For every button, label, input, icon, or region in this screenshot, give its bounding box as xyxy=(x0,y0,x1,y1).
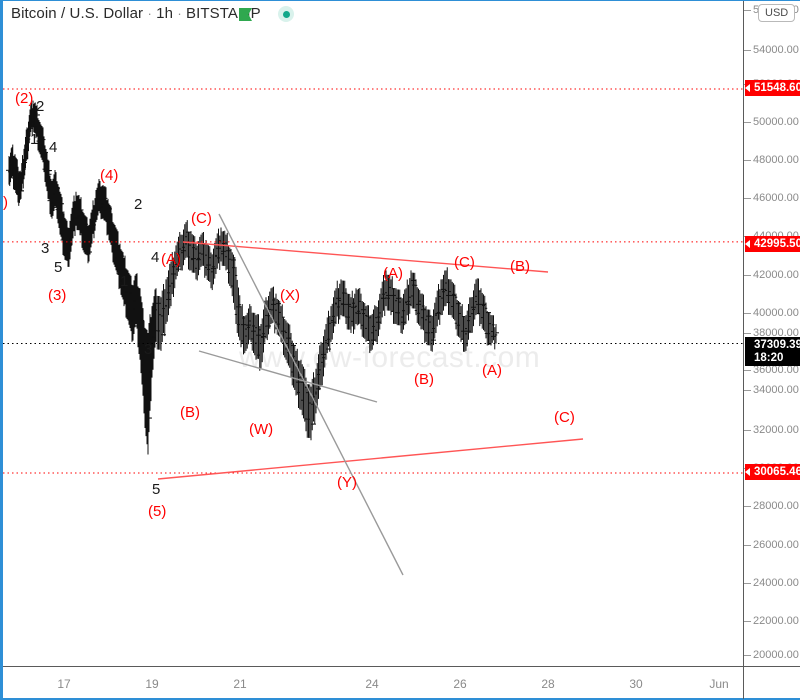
title-separator-1: · xyxy=(147,6,152,21)
price-tick-label: 46000.00 xyxy=(753,192,799,204)
axis-corner xyxy=(743,666,800,699)
time-tick-label: 19 xyxy=(145,677,159,691)
price-tick-label: 40000.00 xyxy=(753,307,799,319)
price-tick: 40000.00 xyxy=(744,307,799,319)
price-tick: 32000.00 xyxy=(744,424,799,436)
wave-label: (X) xyxy=(280,287,300,304)
wave-label: 1 xyxy=(120,273,129,290)
title-separator-2: · xyxy=(177,6,182,21)
time-tick-label: 21 xyxy=(233,677,247,691)
price-marker-value: 37309.39 xyxy=(754,339,800,351)
price-marker-value: 30065.46 xyxy=(754,466,800,478)
price-tick-label: 50000.00 xyxy=(753,116,799,128)
wave-label: 1 xyxy=(30,131,39,148)
price-tick-label: 32000.00 xyxy=(753,424,799,436)
price-tick: 24000.00 xyxy=(744,577,799,589)
price-tick: 48000.00 xyxy=(744,154,799,166)
price-tick: 22000.00 xyxy=(744,615,799,627)
time-tick-label: 26 xyxy=(453,677,467,691)
price-tick-label: 22000.00 xyxy=(753,615,799,627)
wave-label: 2 xyxy=(36,98,45,115)
wave-label: (A) xyxy=(161,251,181,268)
price-marker-time: 18:20 xyxy=(754,352,784,364)
wave-label: 5 xyxy=(152,481,161,498)
price-tick: 34000.00 xyxy=(744,384,799,396)
wave-label: (5) xyxy=(148,503,167,520)
price-tick: 20000.00 xyxy=(744,649,799,661)
wave-label: (A) xyxy=(482,362,502,379)
price-marker-resistance-42995[interactable]: 42995.50 xyxy=(745,236,800,252)
price-tick: 54000.00 xyxy=(744,44,799,56)
wave-label: 3 xyxy=(144,341,153,358)
chart-svg xyxy=(3,88,743,576)
price-plot-area[interactable]: www.ew-forecast.com ) (2) 2 1 4 (4) 2 3 5 (3) 1 4 (A… xyxy=(3,27,743,666)
chart-window: Bitcoin / U.S. Dollar · 1h · BITSTAMP ww… xyxy=(0,0,800,700)
price-tick-label: 24000.00 xyxy=(753,577,799,589)
time-tick-label: 24 xyxy=(365,677,379,691)
price-tick-label: 20000.00 xyxy=(753,649,799,661)
price-tick: 28000.00 xyxy=(744,500,799,512)
time-tick-label: 28 xyxy=(541,677,555,691)
price-marker-value: 42995.50 xyxy=(754,238,800,250)
wave-label: 2 xyxy=(134,196,143,213)
connection-status-dot-icon[interactable] xyxy=(278,6,294,22)
time-tick-label: 30 xyxy=(629,677,643,691)
wave-label: (B) xyxy=(414,371,434,388)
wave-label: (C) xyxy=(454,254,475,271)
wave-label: ) xyxy=(3,194,8,211)
time-tick-label: 17 xyxy=(57,677,71,691)
price-marker-value: 51548.60 xyxy=(754,82,800,94)
wave-label: 4 xyxy=(49,139,58,156)
price-tick-label: 28000.00 xyxy=(753,500,799,512)
price-tick-label: 42000.00 xyxy=(753,269,799,281)
price-tick-label: 48000.00 xyxy=(753,154,799,166)
wave-label: 3 xyxy=(41,240,50,257)
wave-label: 5 xyxy=(54,259,63,276)
wave-label: (W) xyxy=(249,421,274,438)
currency-badge: USD xyxy=(758,4,796,22)
wave-label: (3) xyxy=(48,287,67,304)
price-tick: 26000.00 xyxy=(744,539,799,551)
wave-label: (B) xyxy=(180,404,200,421)
chart-header: Bitcoin / U.S. Dollar · 1h · BITSTAMP xyxy=(3,1,743,27)
price-tick-label: 54000.00 xyxy=(753,44,799,56)
symbol-name: Bitcoin / U.S. Dollar xyxy=(11,5,144,22)
ohlc-bars xyxy=(6,100,499,455)
price-tick-label: 26000.00 xyxy=(753,539,799,551)
price-tick: 42000.00 xyxy=(744,269,799,281)
price-axis[interactable]: 56000.0054000.0052000.0050000.0048000.00… xyxy=(743,1,800,666)
wave-label: (Y) xyxy=(337,474,357,491)
green-flag-icon xyxy=(239,8,252,21)
interval-label[interactable]: 1h xyxy=(156,5,173,22)
wave-label: 4 xyxy=(151,249,160,266)
wave-label: (A) xyxy=(383,265,403,282)
time-axis[interactable]: 17 19 21 24 26 28 30 Jun xyxy=(3,666,743,700)
wave-label: (B) xyxy=(510,258,530,275)
price-marker-resistance-51548[interactable]: 51548.60 xyxy=(745,80,800,96)
wave-label: (C) xyxy=(191,210,212,227)
price-marker-support-30065[interactable]: 30065.46 xyxy=(745,464,800,480)
price-tick: 50000.00 xyxy=(744,116,799,128)
price-tick: 46000.00 xyxy=(744,192,799,204)
symbol-title[interactable]: Bitcoin / U.S. Dollar · 1h · BITSTAMP xyxy=(11,5,261,22)
horizontal-levels xyxy=(3,88,743,474)
wave-label: (2) xyxy=(15,90,34,107)
price-tick-label: 34000.00 xyxy=(753,384,799,396)
time-tick-label: Jun xyxy=(709,677,729,691)
wave-label: (4) xyxy=(100,167,119,184)
price-marker-last-price[interactable]: 37309.39 18:20 xyxy=(745,337,800,366)
wave-label: (C) xyxy=(554,409,575,426)
